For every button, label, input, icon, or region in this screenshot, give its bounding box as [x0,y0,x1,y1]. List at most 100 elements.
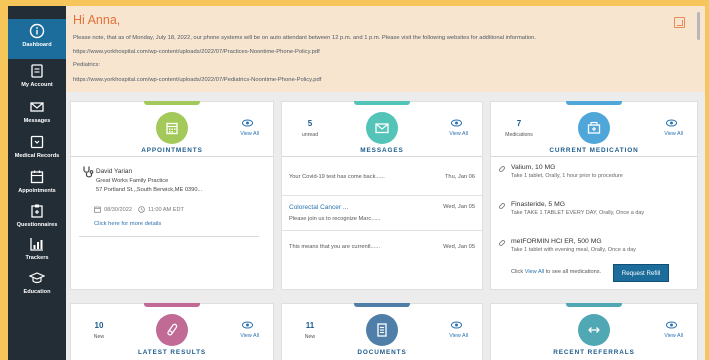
card-accent [566,101,622,105]
recent-referrals-card: View All RECENT REFERRALS [490,303,698,360]
pill-icon [498,202,506,210]
medication-instructions: Take TAKE 1 TABLET EVERY DAY, Orally, On… [511,210,645,216]
view-all-messages-link[interactable]: View All [449,131,468,137]
view-all-medications-inline-link[interactable]: View All [525,269,545,275]
medication-instructions: Take 1 tablet with evening meal, Orally,… [511,247,636,253]
announcement-link[interactable]: https://www.yorkhospital.com/wp-content/… [73,49,320,55]
calendar-icon [156,112,188,144]
app-frame: Dashboard My Account Messages Medical Re… [8,6,705,360]
announcement-banner: Hi Anna, Please note, that as of Monday,… [66,6,705,92]
scrollbar[interactable] [697,12,700,40]
announcement-link[interactable]: https://www.yorkhospital.com/wp-content/… [73,77,321,83]
divider [282,156,482,157]
practice-name: Great Works Family Practice [96,178,169,184]
envelope-icon [28,98,46,116]
medication-name: metFORMIN HCl ER, 500 MG [511,238,602,245]
medication-card: 7 Medications View All CURRENT MEDICATIO… [490,101,698,290]
card-accent [144,101,200,105]
results-count-label: New [93,334,105,340]
calendar-icon [94,206,101,213]
divider [71,156,273,157]
medication-count-label: Medications [505,132,533,138]
sidebar: Dashboard My Account Messages Medical Re… [8,6,66,360]
test-tube-icon [156,314,188,346]
medication-footer: Click View All to see all medications. [511,269,601,275]
medication-count: 7 [516,119,522,128]
folder-icon [28,133,46,151]
sidebar-item-my-account[interactable]: My Account [8,59,66,99]
request-refill-button[interactable]: Request Refill [613,264,669,282]
sidebar-item-label: Trackers [25,255,49,261]
divider [282,230,482,231]
medication-instructions: Take 1 tablet, Orally, 1 hour prior to p… [511,173,623,179]
calendar-icon [28,168,46,186]
latest-results-card: 10 New View All LATEST RESULTS [70,303,274,360]
eye-icon[interactable] [666,119,677,127]
footer-text: to see all medications. [545,269,602,275]
expand-icon[interactable] [674,17,685,28]
pharmacy-icon [578,112,610,144]
card-title: MESSAGES [360,147,404,154]
card-accent [566,303,622,307]
card-title: APPOINTMENTS [141,147,203,154]
document-icon [28,62,46,80]
message-item[interactable]: Your Covid-19 test has come back...... T… [289,174,475,180]
sidebar-item-label: Appointments [18,188,56,194]
medication-item: Finasteride, 5 MG Take TAKE 1 TABLET EVE… [498,201,691,216]
appointment-time: 11:00 AM EDT [148,206,184,213]
view-all-documents-link[interactable]: View All [449,333,468,339]
card-accent [354,101,410,105]
card-title: CURRENT MEDICATION [549,147,639,154]
appointment-details-link[interactable]: Click here for more details [94,221,161,227]
sidebar-item-label: Education [23,289,51,295]
documents-count: 11 [305,321,315,330]
clock-icon [138,206,145,213]
pill-icon [498,239,506,247]
documents-count-label: New [304,334,316,340]
sidebar-item-label: Questionnaires [16,222,58,228]
view-all-appointments-link[interactable]: View All [240,131,259,137]
eye-icon[interactable] [451,119,462,127]
card-accent [144,303,200,307]
practice-address: 57 Portland St.,,South Berwick,ME 0390..… [96,187,203,193]
messages-card: 5 unread View All MESSAGES Your Covid-19… [281,101,483,290]
message-date: Wed, Jan 05 [443,244,475,250]
eye-icon[interactable] [242,321,253,329]
sidebar-item-label: Medical Records [14,153,60,159]
clipboard-icon [28,202,46,220]
message-date: Thu, Jan 06 [444,174,475,180]
medication-item: Valium, 10 MG Take 1 tablet, Orally, 1 h… [498,164,691,179]
message-preview: Please join us to recognize Marc...... [289,216,381,222]
greeting: Hi Anna, [73,13,121,27]
view-all-medications-link[interactable]: View All [664,131,683,137]
documents-card: 11 New View All DOCUMENTS [281,303,483,360]
envelope-icon [366,112,398,144]
card-title: LATEST RESULTS [137,349,207,356]
sidebar-item-messages[interactable]: Messages [8,95,66,135]
card-title: RECENT REFERRALS [553,349,635,356]
eye-icon[interactable] [451,321,462,329]
doctor-name: David Yarian [96,168,132,175]
announcement-text: Please note, that as of Monday, July 18,… [73,35,536,41]
message-item[interactable]: This means that you are currentl...... W… [289,244,475,250]
view-all-referrals-link[interactable]: View All [664,333,683,339]
swap-arrows-icon [578,314,610,346]
stethoscope-icon [83,166,94,178]
eye-icon[interactable] [242,119,253,127]
sidebar-item-dashboard[interactable]: Dashboard [8,19,66,59]
sidebar-item-education[interactable]: Education [8,266,66,306]
divider [79,236,259,237]
announcement-label: Pediatrics: [73,62,101,68]
sidebar-item-medical-records[interactable]: Medical Records [8,130,66,170]
message-item[interactable]: Colorectal Cancer ... Please join us to … [289,204,475,222]
message-count-label: unread [301,132,319,138]
message-date: Wed, Jan 05 [443,204,475,210]
view-all-results-link[interactable]: View All [240,333,259,339]
eye-icon[interactable] [666,321,677,329]
appointment-datetime: 08/30/2022 11:00 AM EDT [94,206,184,213]
divider [282,195,482,196]
medication-item: metFORMIN HCl ER, 500 MG Take 1 tablet w… [498,238,691,253]
sidebar-item-label: Messages [23,118,51,124]
sidebar-item-label: Dashboard [22,42,52,48]
pill-icon [498,165,506,173]
